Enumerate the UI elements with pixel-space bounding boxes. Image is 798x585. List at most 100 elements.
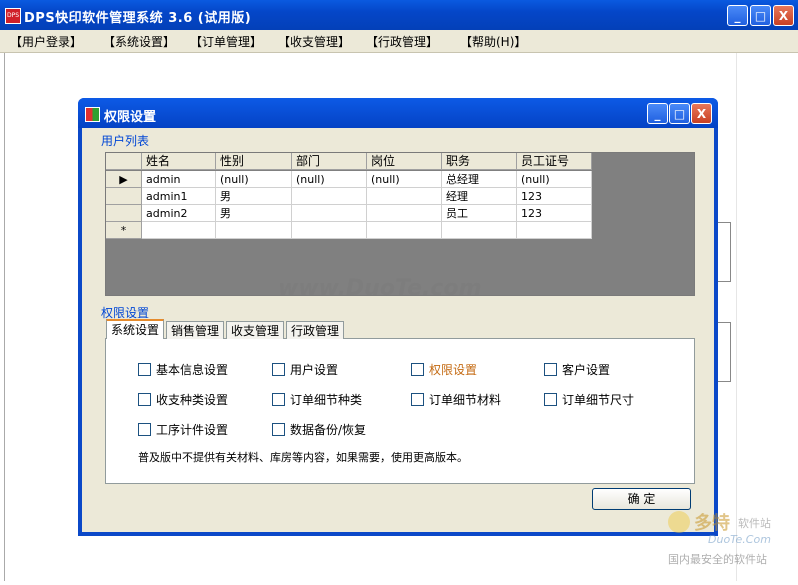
user-list-label: 用户列表 [101,134,150,148]
checkbox-data-backup[interactable]: 数据备份/恢复 [272,421,366,438]
checkbox-order-detail-sizes[interactable]: 订单细节尺寸 [544,391,634,408]
center-watermark: www.DuoTe.com [278,276,482,301]
grid-cell[interactable]: 123 [517,188,592,205]
checkbox-label: 收支种类设置 [156,393,229,407]
checkbox-label: 订单细节种类 [290,393,363,407]
column-header-post[interactable]: 岗位 [367,153,442,170]
menu-bar: 【用户登录】 【系统设置】 【订单管理】 【收支管理】 【行政管理】 【帮助(H… [0,30,798,53]
grid-cell[interactable]: 经理 [442,188,517,205]
row-header[interactable] [106,188,142,205]
grid-corner-header [106,153,142,170]
dialog-minimize-button[interactable]: _ [647,103,668,124]
tab-system-settings[interactable]: 系统设置 [106,319,164,339]
menu-admin-management[interactable]: 【行政管理】 [366,33,438,50]
grid-cell[interactable]: admin1 [142,188,216,205]
dialog-close-button[interactable]: X [691,103,712,124]
row-header-current[interactable]: ▶ [106,171,142,188]
grid-cell[interactable]: 总经理 [442,171,517,188]
grid-cell-new[interactable] [442,222,517,239]
grid-cell[interactable]: (null) [517,171,592,188]
close-button[interactable]: X [773,5,794,26]
row-header[interactable] [106,205,142,222]
grid-cell[interactable]: 男 [216,205,292,222]
checkbox-process-piecework[interactable]: 工序计件设置 [138,421,228,438]
background-panel [718,322,731,382]
grid-cell-new[interactable] [517,222,592,239]
checkbox-icon[interactable] [411,393,424,406]
grid-cell[interactable]: (null) [367,171,442,188]
checkbox-finance-types[interactable]: 收支种类设置 [138,391,228,408]
grid-cell-new[interactable] [216,222,292,239]
app-icon: DPS [5,8,21,24]
dialog-title: 权限设置 [104,110,157,125]
corner-watermark: 多特 软件站 DuoTe.Com 国内最安全的软件站 [666,507,794,577]
checkbox-order-detail-materials[interactable]: 订单细节材料 [411,391,501,408]
background-panel [718,222,731,282]
checkbox-user-settings[interactable]: 用户设置 [272,361,338,378]
column-header-position[interactable]: 职务 [442,153,517,170]
checkbox-icon[interactable] [544,363,557,376]
grid-cell[interactable]: admin2 [142,205,216,222]
checkbox-label: 订单细节尺寸 [562,393,635,407]
grid-cell[interactable]: 男 [216,188,292,205]
checkbox-order-detail-types[interactable]: 订单细节种类 [272,391,362,408]
column-header-employee-id[interactable]: 员工证号 [517,153,592,170]
checkbox-icon[interactable] [544,393,557,406]
checkbox-label: 数据备份/恢复 [290,423,367,437]
column-header-gender[interactable]: 性别 [216,153,292,170]
brand-name: 多特 [694,513,730,534]
checkbox-icon[interactable] [138,363,151,376]
checkbox-icon[interactable] [272,423,285,436]
dialog-maximize-button[interactable]: □ [669,103,690,124]
grid-cell-new[interactable] [367,222,442,239]
dialog-app-icon [85,107,100,122]
checkbox-basic-info[interactable]: 基本信息设置 [138,361,228,378]
minimize-button[interactable]: _ [727,5,748,26]
checkbox-customer-settings[interactable]: 客户设置 [544,361,610,378]
grid-cell[interactable]: 123 [517,205,592,222]
grid-cell[interactable]: (null) [216,171,292,188]
brand-sub: 软件站 [738,517,771,530]
dialog-title-bar: 权限设置 _ □ X [78,98,718,128]
grid-cell[interactable]: 员工 [442,205,517,222]
main-title-bar: DPS DPS快印软件管理系统 3.6 (试用版) _ □ X [0,0,798,30]
checkbox-label: 权限设置 [429,363,478,377]
grid-cell[interactable] [367,188,442,205]
grid-cell-new[interactable] [292,222,367,239]
tab-finance-management[interactable]: 收支管理 [226,321,284,339]
tab-sales-management[interactable]: 销售管理 [166,321,224,339]
menu-system-settings[interactable]: 【系统设置】 [103,33,175,50]
grid-cell-new[interactable] [142,222,216,239]
menu-user-login[interactable]: 【用户登录】 [10,33,82,50]
brand-slogan: 国内最安全的软件站 [668,553,767,566]
row-header-new[interactable]: * [106,222,142,239]
checkbox-label: 工序计件设置 [156,423,229,437]
checkbox-icon[interactable] [272,393,285,406]
checkbox-icon[interactable] [272,363,285,376]
brand-url: DuoTe.Com [708,533,771,546]
checkbox-permission-settings[interactable]: 权限设置 [411,361,477,378]
grid-cell[interactable] [292,188,367,205]
checkbox-icon[interactable] [138,393,151,406]
menu-finance-management[interactable]: 【收支管理】 [278,33,350,50]
brand-logo-icon [668,511,690,533]
user-grid[interactable]: 姓名 性别 部门 岗位 职务 员工证号 ▶ admin (null) (null… [105,152,695,296]
menu-order-management[interactable]: 【订单管理】 [190,33,262,50]
grid-cell[interactable]: admin [142,171,216,188]
tab-panel: 基本信息设置 用户设置 权限设置 客户设置 收支种类设置 订单细节种类 订单细节… [105,338,695,484]
checkbox-icon[interactable] [411,363,424,376]
menu-help[interactable]: 【帮助(H)】 [460,33,526,50]
background-divider [736,53,737,581]
grid-cell[interactable] [292,205,367,222]
maximize-button[interactable]: □ [750,5,771,26]
checkbox-label: 用户设置 [290,363,339,377]
column-header-name[interactable]: 姓名 [142,153,216,170]
permission-dialog: 权限设置 _ □ X 用户列表 姓名 性别 部门 岗位 职务 员工证号 ▶ ad… [78,98,718,536]
main-window-title: DPS快印软件管理系统 3.6 (试用版) [24,11,252,26]
grid-cell[interactable] [367,205,442,222]
column-header-department[interactable]: 部门 [292,153,367,170]
checkbox-icon[interactable] [138,423,151,436]
grid-cell[interactable]: (null) [292,171,367,188]
tab-admin-management[interactable]: 行政管理 [286,321,344,339]
checkbox-label: 订单细节材料 [429,393,502,407]
